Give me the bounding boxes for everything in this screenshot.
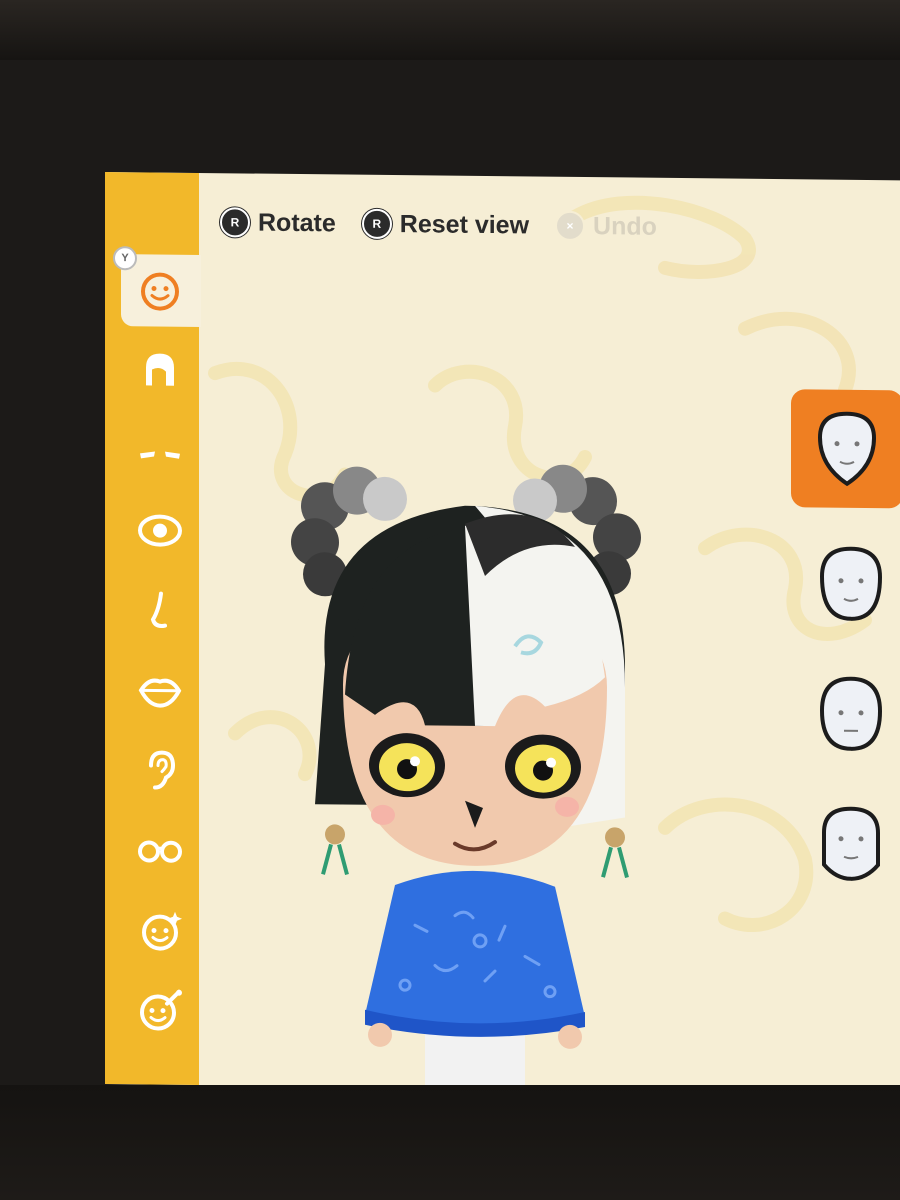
rotate-hint[interactable]: R Rotate (220, 207, 336, 238)
hair-icon (146, 353, 174, 386)
nose-icon (150, 591, 167, 628)
ear-icon (149, 750, 176, 790)
eyebrows-icon (140, 451, 180, 459)
avatar-hand-right (558, 1024, 582, 1049)
y-button-badge: Y (113, 246, 137, 271)
reset-view-label: Reset view (399, 209, 530, 239)
sidebar-item-makeup[interactable] (135, 985, 185, 1036)
reset-view-hint[interactable]: R Reset view (361, 208, 530, 241)
control-hints: R Rotate R Reset view × Undo (220, 207, 657, 242)
avatar-preview[interactable] (285, 434, 665, 1093)
undo-hint: × Undo (555, 210, 657, 242)
face-shape-option-1[interactable] (791, 389, 900, 509)
face-shape-4-icon (822, 806, 880, 881)
sidebar-item-face[interactable] (135, 266, 185, 317)
face-shape-2-icon (819, 546, 883, 621)
face-shape-1-icon (817, 411, 877, 487)
face-shape-3-icon (819, 676, 883, 751)
avatar-shirt (365, 870, 585, 1026)
r-stick-press-icon: R (361, 208, 392, 240)
face-shape-options (785, 179, 900, 1092)
face-shape-option-3[interactable] (805, 667, 897, 760)
glasses-icon (138, 840, 182, 863)
device-bezel-bottom (0, 1085, 900, 1200)
game-screen: Y R Rotate R Reset view × Undo (105, 172, 900, 1093)
sidebar-item-mouth[interactable] (135, 665, 185, 716)
undo-label: Undo (593, 211, 657, 241)
eye-icon (138, 514, 182, 547)
rotate-label: Rotate (258, 208, 336, 237)
r-stick-icon: R (220, 207, 250, 238)
sidebar-item-eyebrows[interactable] (135, 425, 185, 476)
face-icon (141, 272, 179, 311)
x-button-icon: × (555, 210, 586, 242)
face-paint-icon (142, 911, 182, 951)
sidebar-item-ears[interactable] (135, 745, 185, 796)
sidebar-item-face-paint[interactable] (135, 905, 185, 956)
sidebar-item-glasses[interactable] (135, 825, 185, 876)
sidebar-item-eyes[interactable] (135, 505, 185, 556)
device-bezel-top (0, 0, 900, 60)
sidebar-item-hair[interactable] (135, 345, 185, 396)
face-shape-option-2[interactable] (805, 537, 897, 630)
face-shape-option-4[interactable] (805, 797, 897, 890)
makeup-icon (140, 989, 182, 1031)
sidebar-item-nose[interactable] (135, 585, 185, 636)
mouth-icon (138, 678, 182, 708)
